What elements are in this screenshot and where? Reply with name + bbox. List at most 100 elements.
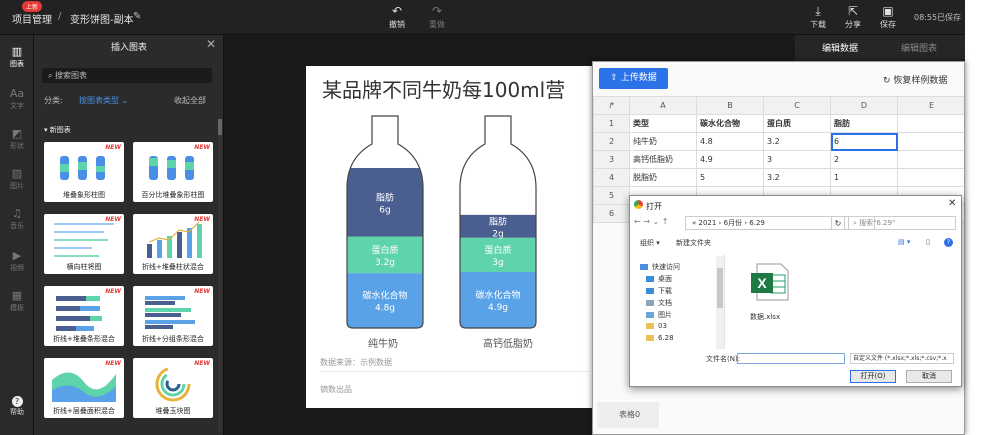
table-cell[interactable]: 5: [696, 168, 764, 187]
address-bar[interactable]: « 2021 › 6月份 › 6.29: [685, 216, 875, 230]
row-number[interactable]: 1: [593, 114, 630, 133]
table-cell[interactable]: 2: [830, 150, 898, 169]
bottle-1[interactable]: 碳水化合物 4.8g 蛋白质 3.2g 脂肪 6g: [347, 168, 423, 328]
tab-edit-chart[interactable]: 编辑图表: [901, 41, 937, 54]
rail-item-video[interactable]: ▶ 视频: [0, 249, 34, 273]
sidebar-item-downloads[interactable]: 下载: [646, 286, 672, 296]
filter-dropdown[interactable]: 按图表类型 ⌄: [79, 95, 128, 106]
view-icon[interactable]: ▤ ▾: [898, 238, 910, 246]
new-folder-button[interactable]: 新建文件夹: [676, 238, 711, 248]
redo-button[interactable]: ↷ 重做: [422, 3, 452, 30]
document-title[interactable]: 变形饼图-副本: [70, 11, 134, 26]
table-cell[interactable]: 1: [830, 168, 898, 187]
dialog-search-input[interactable]: ⌕ 搜索"6.29": [848, 216, 956, 230]
table-cell[interactable]: [897, 132, 964, 151]
table-cell[interactable]: 碳水化合物: [696, 114, 764, 133]
pane-icon[interactable]: ▯: [926, 238, 930, 246]
chart-card-line-stacked-bar[interactable]: NEW 折线+堆叠条形混合: [44, 286, 124, 346]
scroll-thumb[interactable]: [717, 268, 723, 308]
close-icon[interactable]: ✕: [948, 198, 956, 209]
table-cell[interactable]: [897, 114, 964, 133]
column-header[interactable]: A: [629, 96, 697, 115]
corner-cell[interactable]: ↱: [593, 96, 630, 115]
cancel-button[interactable]: 取消: [906, 370, 952, 383]
chart-page[interactable]: 某品牌不同牛奶每100ml营 碳水化合物 4.8g 蛋白质 3.2g 脂肪 6g 碳水化合物…: [306, 66, 596, 408]
chart-title[interactable]: 某品牌不同牛奶每100ml营: [322, 74, 565, 103]
sidebar-item-folder-628[interactable]: 6.28: [646, 334, 674, 342]
sidebar-scrollbar[interactable]: [716, 256, 724, 349]
left-rail: ▥ 图表 Aa 文字 ◩ 形状 ▨ 图片 ♫ 音乐 ▶ 视频 ▦ 模板: [0, 35, 34, 435]
chart-card-line-layered-area[interactable]: NEW 折线+层叠面积混合: [44, 358, 124, 418]
chart-card-line-grouped-bar[interactable]: NEW 折线+分组条形混合: [133, 286, 213, 346]
row-number[interactable]: 4: [593, 168, 630, 187]
chart-card-horizontal-bar[interactable]: NEW 横向柱将图: [44, 214, 124, 274]
rail-item-text[interactable]: Aa 文字: [0, 87, 34, 111]
table-cell[interactable]: 3.2: [763, 168, 831, 187]
edit-pencil-icon[interactable]: ✎: [133, 11, 141, 22]
panel-scrollbar[interactable]: [218, 119, 222, 433]
chart-card-stacked-jade[interactable]: NEW 堆叠玉块图: [133, 358, 213, 418]
section-new-charts[interactable]: ▾ 新图表: [44, 125, 71, 135]
bottle-2[interactable]: 碳水化合物 4.9g 蛋白质 3g 脂肪 2g: [460, 214, 536, 328]
table-cell[interactable]: [897, 150, 964, 169]
share-button[interactable]: ⇱ 分享: [838, 3, 868, 30]
column-header[interactable]: B: [696, 96, 764, 115]
chart-card-percent-stacked-pictorial-bar[interactable]: NEW 百分比堆叠象形柱图: [133, 142, 213, 202]
table-cell[interactable]: 4.9: [696, 150, 764, 169]
rail-item-chart[interactable]: ▥ 图表: [0, 45, 34, 69]
chart-card-line-stacked-column[interactable]: NEW 折线+堆叠柱状混合: [133, 214, 213, 274]
excel-file-icon[interactable]: X: [743, 263, 789, 301]
row-number[interactable]: 2: [593, 132, 630, 151]
restore-sample-button[interactable]: ↻ 恢复样例数据: [883, 73, 947, 86]
table-cell[interactable]: 3.2: [763, 132, 831, 151]
tab-edit-data[interactable]: 编辑数据: [822, 41, 858, 54]
breadcrumb-root[interactable]: 项目管理: [12, 11, 52, 26]
column-header[interactable]: C: [763, 96, 831, 115]
sidebar-item-desktop[interactable]: 桌面: [646, 274, 672, 284]
table-cell-selected[interactable]: 6: [830, 132, 898, 151]
table-cell[interactable]: 高钙低脂奶: [629, 150, 697, 169]
sidebar-item-quick-access[interactable]: 快速访问: [640, 262, 680, 272]
help-button[interactable]: ? 帮助: [0, 396, 34, 417]
nav-buttons[interactable]: ← → ⌄ ↑: [634, 217, 668, 226]
rail-item-shape[interactable]: ◩ 形状: [0, 127, 34, 151]
column-header[interactable]: D: [830, 96, 898, 115]
sidebar-item-folder-03[interactable]: 03: [646, 322, 667, 330]
refresh-button[interactable]: ↻: [831, 216, 845, 230]
close-icon[interactable]: ✕: [206, 37, 216, 51]
table-cell[interactable]: 3: [763, 150, 831, 169]
sidebar-item-documents[interactable]: 文档: [646, 298, 672, 308]
table-cell[interactable]: 4.8: [696, 132, 764, 151]
sheet-tab[interactable]: 表格0: [597, 402, 659, 428]
table-cell[interactable]: 蛋白质: [763, 114, 831, 133]
column-header[interactable]: E: [897, 96, 964, 115]
scroll-thumb[interactable]: [218, 119, 222, 135]
save-button[interactable]: ▣ 保存: [873, 3, 903, 30]
table-cell[interactable]: [897, 168, 964, 187]
row-number[interactable]: 6: [593, 204, 630, 223]
chart-card-stacked-pictorial-bar[interactable]: NEW 堆叠象形柱图: [44, 142, 124, 202]
undo-button[interactable]: ↶ 撤销: [382, 3, 412, 30]
table-cell[interactable]: 纯牛奶: [629, 132, 697, 151]
row-number[interactable]: 3: [593, 150, 630, 169]
help-icon[interactable]: ?: [944, 238, 953, 247]
sidebar-item-pictures[interactable]: 图片: [646, 310, 672, 320]
row-number[interactable]: 5: [593, 186, 630, 205]
rail-item-template[interactable]: ▦ 模板: [0, 289, 34, 313]
download-button[interactable]: ⤓ 下载: [803, 3, 833, 30]
filename-input[interactable]: [737, 353, 845, 364]
rail-item-music[interactable]: ♫ 音乐: [0, 207, 34, 231]
open-button[interactable]: 打开(O): [850, 370, 896, 383]
file-name-label[interactable]: 数据.xlsx: [750, 312, 780, 322]
upload-data-button[interactable]: ⇪ 上传数据: [599, 68, 668, 89]
table-cell[interactable]: 脂肪: [830, 114, 898, 133]
bottle-chart[interactable]: 碳水化合物 4.8g 蛋白质 3.2g 脂肪 6g 碳水化合物 4.9g 蛋白质 3g 脂肪 2g: [306, 106, 596, 376]
rail-item-image[interactable]: ▨ 图片: [0, 167, 34, 191]
data-source[interactable]: 数据来源：示例数据: [320, 357, 392, 368]
table-cell[interactable]: 脱脂奶: [629, 168, 697, 187]
table-cell[interactable]: 类型: [629, 114, 697, 133]
search-input[interactable]: ⌕ 搜索图表: [42, 68, 212, 83]
collapse-all-button[interactable]: 收起全部: [174, 95, 206, 106]
filetype-select[interactable]: 自定义文件 (*.xlsx;*.xls;*.csv;*.x: [850, 353, 954, 364]
organize-button[interactable]: 组织 ▾: [640, 238, 660, 248]
